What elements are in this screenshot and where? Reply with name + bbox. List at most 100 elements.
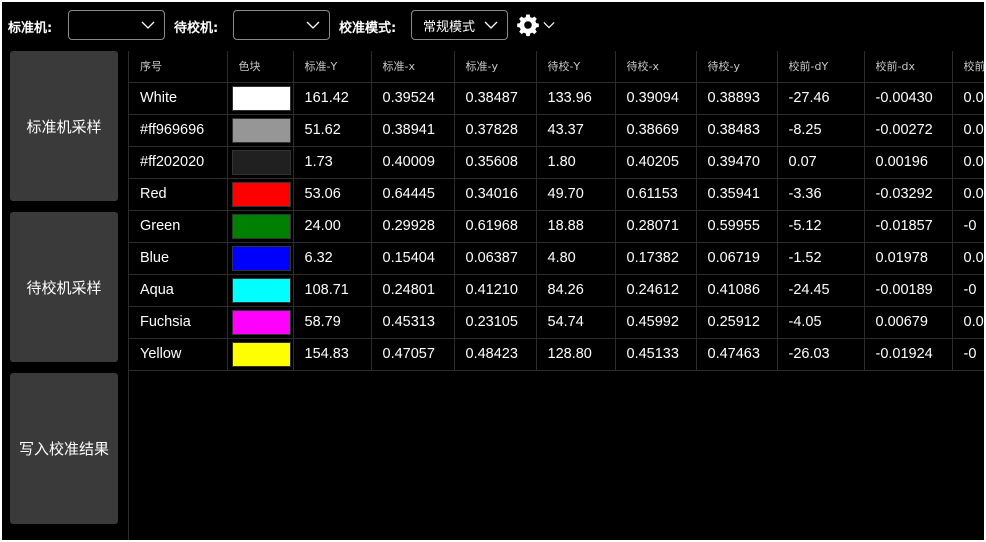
cell-sequence: #ff969696: [129, 114, 228, 147]
cell-std-Y: 53.06: [293, 178, 372, 211]
chevron-down-icon: [543, 22, 555, 29]
cell-pend-x: 0.24612: [615, 274, 697, 307]
column-header-sequence[interactable]: 序号: [129, 51, 228, 83]
cell-pre-extra: -0: [952, 274, 984, 307]
color-swatch: [231, 149, 291, 175]
cell-sequence: Red: [129, 178, 228, 211]
cell-pre-extra: 0.0: [952, 242, 984, 275]
cell-pre-dY: -24.45: [777, 274, 865, 307]
calibration-mode-select[interactable]: 常规模式: [411, 10, 508, 40]
cell-std-Y: 51.62: [293, 114, 372, 147]
table-body: White 161.42 0.39524 0.38487 133.96 0.39094 0.…: [129, 82, 984, 371]
cell-pre-dx: 0.01978: [864, 242, 953, 275]
color-swatch: [231, 245, 291, 271]
color-swatch: [231, 277, 291, 303]
column-header-pend-x[interactable]: 待校-x: [615, 51, 697, 83]
cell-pend-Y: 1.80: [536, 146, 616, 179]
column-header-pend-Y[interactable]: 待校-Y: [536, 51, 616, 83]
color-swatch: [231, 85, 291, 111]
column-header-pre-dY[interactable]: 校前-dY: [777, 51, 865, 83]
cell-pend-y: 0.41086: [696, 274, 778, 307]
cell-std-x: 0.45313: [371, 306, 455, 339]
cell-pre-dx: 0.00679: [864, 306, 953, 339]
column-header-pre-extra[interactable]: 校前: [952, 51, 984, 83]
cell-pend-y: 0.35941: [696, 178, 778, 211]
cell-pend-y: 0.39470: [696, 146, 778, 179]
table-row[interactable]: Blue 6.32 0.15404 0.06387 4.80 0.17382 0.06719…: [129, 242, 984, 275]
cell-std-y: 0.23105: [454, 306, 537, 339]
cell-pend-x: 0.28071: [615, 210, 697, 243]
write-result-button[interactable]: 写入校准结果: [10, 373, 118, 524]
sample-standard-button[interactable]: 标准机采样: [10, 51, 118, 201]
table-row[interactable]: #ff969696 51.62 0.38941 0.37828 43.37 0.38669…: [129, 114, 984, 147]
calibration-mode-value: 常规模式: [423, 19, 476, 35]
cell-sequence: White: [129, 82, 228, 115]
cell-std-x: 0.39524: [371, 82, 455, 115]
cell-pre-dx: -0.00430: [864, 82, 953, 115]
cell-pre-extra: 0.0: [952, 114, 984, 147]
table-row[interactable]: White 161.42 0.39524 0.38487 133.96 0.39094 0.…: [129, 82, 984, 115]
color-swatch-cell: [227, 114, 294, 147]
table-row[interactable]: Aqua 108.71 0.24801 0.41210 84.26 0.24612 0.41…: [129, 274, 984, 307]
color-swatch: [231, 117, 291, 143]
cell-pre-extra: -0: [952, 210, 984, 243]
cell-std-y: 0.61968: [454, 210, 537, 243]
cell-pend-Y: 49.70: [536, 178, 616, 211]
cell-std-Y: 1.73: [293, 146, 372, 179]
color-swatch-cell: [227, 242, 294, 275]
table-row[interactable]: Fuchsia 58.79 0.45313 0.23105 54.74 0.45992 0.…: [129, 306, 984, 339]
color-swatch-cell: [227, 178, 294, 211]
cell-pre-extra: 0.0: [952, 146, 984, 179]
cell-pend-x: 0.61153: [615, 178, 697, 211]
column-header-std-y[interactable]: 标准-y: [454, 51, 537, 83]
cell-std-Y: 24.00: [293, 210, 372, 243]
column-header-pre-dx[interactable]: 校前-dx: [864, 51, 953, 83]
cell-pre-dY: -3.36: [777, 178, 865, 211]
cell-pre-dY: -26.03: [777, 338, 865, 371]
color-swatch-cell: [227, 306, 294, 339]
standard-device-select[interactable]: [68, 10, 165, 40]
color-swatch-cell: [227, 82, 294, 115]
measurement-table: 序号 色块 标准-Y 标准-x 标准-y 待校-Y 待校-x 待校-y 校前-dY 校前-dx 校前…: [129, 51, 984, 371]
color-swatch-cell: [227, 210, 294, 243]
cell-std-Y: 161.42: [293, 82, 372, 115]
cell-std-Y: 154.83: [293, 338, 372, 371]
color-swatch: [231, 181, 291, 207]
cell-pend-y: 0.38893: [696, 82, 778, 115]
table-header-row: 序号 色块 标准-Y 标准-x 标准-y 待校-Y 待校-x 待校-y 校前-dY 校前-dx 校前: [129, 51, 984, 83]
color-swatch-cell: [227, 338, 294, 371]
cell-pre-dY: -5.12: [777, 210, 865, 243]
cell-pend-Y: 18.88: [536, 210, 616, 243]
sample-pending-button[interactable]: 待校机采样: [10, 212, 118, 362]
settings-menu-button[interactable]: [516, 13, 558, 37]
cell-std-x: 0.38941: [371, 114, 455, 147]
cell-pre-dY: -8.25: [777, 114, 865, 147]
column-header-std-x[interactable]: 标准-x: [371, 51, 455, 83]
cell-sequence: Aqua: [129, 274, 228, 307]
color-swatch: [231, 341, 291, 367]
cell-std-Y: 6.32: [293, 242, 372, 275]
table-row[interactable]: Red 53.06 0.64445 0.34016 49.70 0.61153 0.3594…: [129, 178, 984, 211]
pending-device-select[interactable]: [233, 10, 330, 40]
column-header-pend-y[interactable]: 待校-y: [696, 51, 778, 83]
column-header-std-Y[interactable]: 标准-Y: [293, 51, 372, 83]
column-header-swatch[interactable]: 色块: [227, 51, 294, 83]
standard-device-label: 标准机:: [8, 21, 53, 36]
cell-pre-extra: 0.0: [952, 306, 984, 339]
measurement-grid[interactable]: 序号 色块 标准-Y 标准-x 标准-y 待校-Y 待校-x 待校-y 校前-dY 校前-dx 校前…: [128, 51, 984, 540]
cell-pre-dx: -0.00189: [864, 274, 953, 307]
table-row[interactable]: Green 24.00 0.29928 0.61968 18.88 0.28071 0.59…: [129, 210, 984, 243]
toolbar: 标准机: 待校机: 校准模式: 常规模式: [2, 2, 984, 48]
color-swatch-cell: [227, 274, 294, 307]
cell-pre-dY: -4.05: [777, 306, 865, 339]
color-swatch-cell: [227, 146, 294, 179]
cell-std-y: 0.41210: [454, 274, 537, 307]
table-row[interactable]: Yellow 154.83 0.47057 0.48423 128.80 0.45133 0…: [129, 338, 984, 371]
chevron-down-icon: [484, 21, 498, 29]
cell-pend-x: 0.38669: [615, 114, 697, 147]
cell-pend-y: 0.47463: [696, 338, 778, 371]
table-row[interactable]: #ff202020 1.73 0.40009 0.35608 1.80 0.40205 0.…: [129, 146, 984, 179]
cell-pre-dY: -1.52: [777, 242, 865, 275]
chevron-down-icon: [306, 21, 320, 29]
cell-pre-dx: 0.00196: [864, 146, 953, 179]
